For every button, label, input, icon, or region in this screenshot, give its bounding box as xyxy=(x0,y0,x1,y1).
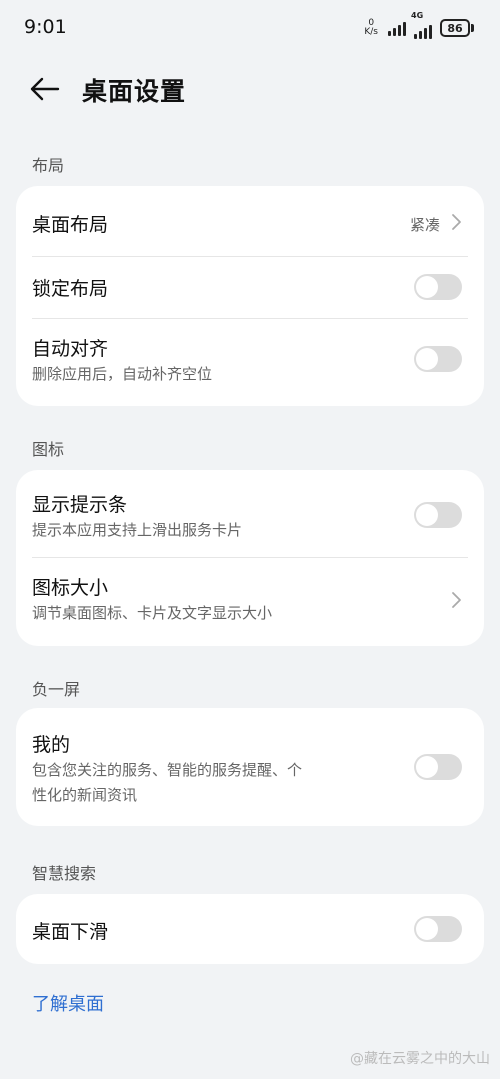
mine-title: 我的 xyxy=(32,734,71,756)
learn-desktop-link[interactable]: 了解桌面 xyxy=(32,990,104,1016)
mine-toggle[interactable] xyxy=(414,754,462,780)
show-hint-bar-subtitle: 提示本应用支持上滑出服务卡片 xyxy=(32,521,243,539)
lock-layout-title: 锁定布局 xyxy=(32,278,109,300)
lock-layout-row: 锁定布局 xyxy=(16,256,484,318)
lock-layout-toggle[interactable] xyxy=(414,274,462,300)
mine-subtitle-line1: 包含您关注的服务、智能的服务提醒、个 xyxy=(32,761,303,779)
desktop-layout-title: 桌面布局 xyxy=(32,214,109,236)
show-hint-bar-row: 显示提示条 提示本应用支持上滑出服务卡片 xyxy=(16,470,484,557)
page-title: 桌面设置 xyxy=(82,77,187,106)
signal-4g-icon: 4G xyxy=(411,11,432,39)
show-hint-bar-toggle[interactable] xyxy=(414,502,462,528)
section-label-smart-search: 智慧搜索 xyxy=(32,864,97,883)
smart-search-card: 桌面下滑 xyxy=(16,894,484,964)
show-hint-bar-title: 显示提示条 xyxy=(32,494,128,516)
icons-card: 显示提示条 提示本应用支持上滑出服务卡片 图标大小 调节桌面图标、卡片及文字显示… xyxy=(16,470,484,646)
network-type: 4G xyxy=(411,11,424,20)
layout-card: 桌面布局 紧凑 锁定布局 自动对齐 删除应用后，自动补齐空位 xyxy=(16,186,484,406)
net-speed: 0 K/s xyxy=(364,19,378,37)
signal-icon xyxy=(388,20,406,36)
battery-level: 86 xyxy=(440,19,470,37)
net-speed-unit: K/s xyxy=(364,27,378,37)
desktop-swipe-down-row: 桌面下滑 xyxy=(16,894,484,964)
section-label-icons: 图标 xyxy=(32,440,65,459)
mine-subtitle-line2: 性化的新闻资讯 xyxy=(32,786,138,804)
status-time: 9:01 xyxy=(24,16,67,38)
icon-size-row[interactable]: 图标大小 调节桌面图标、卡片及文字显示大小 xyxy=(16,557,484,646)
minus-one-screen-card: 我的 包含您关注的服务、智能的服务提醒、个 性化的新闻资讯 xyxy=(16,708,484,826)
section-label-minus-one-screen: 负一屏 xyxy=(32,680,81,699)
desktop-swipe-down-title: 桌面下滑 xyxy=(32,921,109,943)
desktop-layout-row[interactable]: 桌面布局 紧凑 xyxy=(16,186,484,256)
desktop-layout-value: 紧凑 xyxy=(409,216,440,234)
section-label-layout: 布局 xyxy=(32,156,65,175)
icon-size-subtitle: 调节桌面图标、卡片及文字显示大小 xyxy=(32,604,273,622)
mine-row: 我的 包含您关注的服务、智能的服务提醒、个 性化的新闻资讯 xyxy=(16,708,484,826)
auto-align-title: 自动对齐 xyxy=(32,338,109,360)
chevron-right-icon xyxy=(452,592,461,608)
chevron-right-icon xyxy=(452,214,461,230)
watermark: @藏在云雾之中的大山 xyxy=(350,1051,490,1067)
auto-align-row: 自动对齐 删除应用后，自动补齐空位 xyxy=(16,318,484,406)
icon-size-title: 图标大小 xyxy=(32,577,109,599)
auto-align-toggle[interactable] xyxy=(414,346,462,372)
desktop-swipe-down-toggle[interactable] xyxy=(414,916,462,942)
page-header: 桌面设置 xyxy=(0,60,500,118)
battery-icon: 86 xyxy=(440,19,474,37)
status-bar: 9:01 0 K/s 4G 86 xyxy=(0,0,500,56)
auto-align-subtitle: 删除应用后，自动补齐空位 xyxy=(32,365,213,383)
status-icons: 0 K/s 4G 86 xyxy=(364,11,474,40)
back-arrow-icon[interactable] xyxy=(28,72,62,106)
